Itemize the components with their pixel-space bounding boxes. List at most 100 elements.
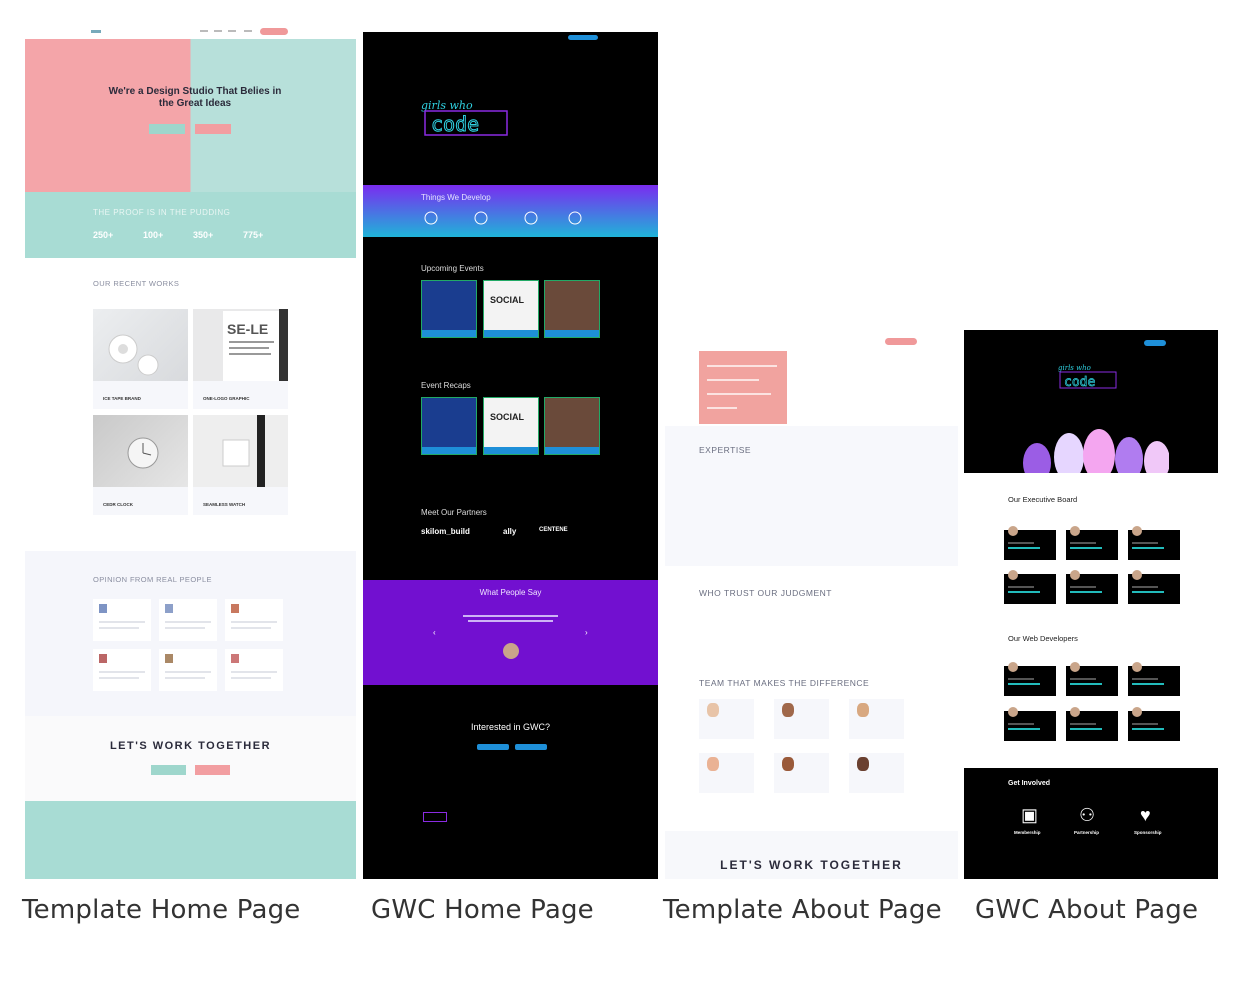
nav-link[interactable]: [214, 30, 222, 32]
caption-template-about: Template About Page: [663, 895, 942, 925]
team-member-card[interactable]: [774, 699, 829, 739]
upcoming-heading: Upcoming Events: [421, 264, 484, 273]
nav-cta-button[interactable]: [260, 28, 288, 35]
cta-section: LET'S WORK TOGETHER: [25, 716, 356, 801]
partner-logo: ally: [503, 527, 517, 536]
gwc-home-screenshot: girls who code Things We Develop Upcomin…: [363, 32, 658, 879]
team-member-card[interactable]: [774, 753, 829, 793]
work-name: CEDR CLOCK: [103, 502, 133, 507]
gwc-logo: girls who code: [421, 99, 508, 137]
cta-button[interactable]: [151, 765, 186, 775]
nav-link[interactable]: [228, 30, 236, 32]
work-card[interactable]: ICE TAPE BRAND: [93, 309, 188, 409]
stat-value: 250+: [93, 230, 114, 240]
logo: [91, 30, 101, 33]
nav-link[interactable]: [244, 30, 252, 32]
nav-cta-button[interactable]: [885, 338, 917, 345]
member-card: [1004, 570, 1056, 604]
watch-image: [222, 415, 265, 487]
work-card[interactable]: CEDR CLOCK: [93, 415, 188, 515]
cta-button[interactable]: [195, 765, 230, 775]
interest-button[interactable]: [515, 744, 547, 750]
recap-thumb[interactable]: [421, 397, 477, 455]
template-home-screenshot: We're a Design Studio That Belies in the…: [25, 26, 356, 879]
testimonial-card: [225, 649, 283, 691]
hero-title: We're a Design Studio That Belies in the…: [108, 86, 282, 109]
involved-item[interactable]: Partnership: [1074, 830, 1099, 835]
member-card: [1004, 526, 1056, 560]
cta-heading: LET'S WORK TOGETHER: [109, 740, 272, 752]
template-about-screenshot: EXPERTISE WHO TRUST OUR JUDGMENT TEAM TH…: [665, 334, 958, 879]
work-image: SE-LE: [193, 309, 288, 381]
testimonial-section: What People Say ‹ ›: [363, 580, 658, 685]
member-card: [1128, 662, 1180, 696]
nav-link[interactable]: [200, 30, 208, 32]
recent-works-heading: OUR RECENT WORKS: [93, 279, 180, 288]
illustration: [1023, 429, 1169, 473]
clock-image: [127, 437, 159, 469]
gwc-about-screenshot: girls who code Our Executive Board Our W…: [964, 330, 1218, 879]
member-card: [1066, 570, 1118, 604]
footer: [25, 801, 356, 879]
work-name: SEAMLESS WATCH: [203, 502, 246, 507]
intro-box: [699, 351, 787, 424]
nav-cta-button[interactable]: [568, 35, 598, 40]
social-label: SOCIAL: [490, 412, 525, 422]
stats-section: THE PROOF IS IN THE PUDDING 250+ 100+ 35…: [25, 192, 356, 258]
interest-button[interactable]: [477, 744, 509, 750]
partner-logo: skilom_build: [421, 527, 470, 536]
involved-item[interactable]: Membership: [1014, 830, 1041, 835]
testimonial-card: [93, 599, 151, 641]
work-card[interactable]: SEAMLESS WATCH: [193, 415, 288, 515]
about-hero: girls who code: [964, 330, 1218, 473]
work-image: [93, 415, 188, 487]
stat-value: 350+: [193, 230, 214, 240]
cta-heading: LET'S WORK TOGETHER: [720, 858, 903, 872]
involved-heading: Get Involved: [1008, 780, 1051, 787]
event-thumb[interactable]: [544, 280, 600, 338]
team-heading: TEAM THAT MAKES THE DIFFERENCE: [699, 678, 870, 688]
nav-bar: [25, 26, 356, 38]
member-card: [1066, 662, 1118, 696]
team-member-card[interactable]: [849, 699, 904, 739]
team-member-card[interactable]: [699, 699, 754, 739]
work-card[interactable]: SE-LE ONE-LOGO GRAPHIC: [193, 309, 288, 409]
interest-heading: Interested in GWC?: [470, 722, 551, 732]
member-card: [1128, 707, 1180, 741]
caption-template-home: Template Home Page: [22, 895, 301, 925]
get-involved-section: Get Involved ▣ ⚇ ♥ Membership Partnershi…: [964, 768, 1218, 879]
expertise-heading: EXPERTISE: [699, 445, 752, 455]
testimonial-card: [159, 599, 217, 641]
member-card: [1004, 707, 1056, 741]
board-heading: Our Executive Board: [1008, 495, 1078, 504]
recap-thumb[interactable]: [544, 397, 600, 455]
prev-arrow-icon[interactable]: ‹: [433, 628, 436, 637]
work-image: [93, 309, 188, 381]
team-member-card[interactable]: [849, 753, 904, 793]
tshirt-image: SE-LE: [223, 309, 288, 381]
event-thumb[interactable]: SOCIAL: [483, 280, 539, 338]
gwc-logo-word: code: [1064, 375, 1095, 390]
recap-thumb[interactable]: SOCIAL: [483, 397, 539, 455]
member-card: [1128, 570, 1180, 604]
things-heading: Things We Develop: [421, 193, 491, 202]
quote-heading: What People Say: [479, 588, 542, 597]
work-image: [193, 415, 288, 487]
testimonials-section: OPINION FROM REAL PEOPLE: [25, 551, 356, 716]
svg-text:girls who: girls who: [1058, 364, 1091, 372]
event-thumb[interactable]: [421, 280, 477, 338]
expertise-section: EXPERTISE: [665, 426, 958, 566]
footer-logo: [423, 812, 447, 822]
hero-secondary-button[interactable]: [195, 124, 231, 134]
next-arrow-icon[interactable]: ›: [585, 628, 588, 637]
caption-gwc-about: GWC About Page: [975, 895, 1199, 925]
team-member-card[interactable]: [699, 753, 754, 793]
hero-primary-button[interactable]: [149, 124, 185, 134]
member-card: [1066, 707, 1118, 741]
nav-cta-button[interactable]: [1144, 340, 1166, 346]
involved-item[interactable]: Sponsorship: [1134, 830, 1162, 835]
hero-section: We're a Design Studio That Belies in the…: [25, 39, 356, 192]
partnership-icon: ⚇: [1079, 805, 1096, 825]
testimonial-card: [93, 649, 151, 691]
recaps-heading: Event Recaps: [421, 381, 471, 390]
